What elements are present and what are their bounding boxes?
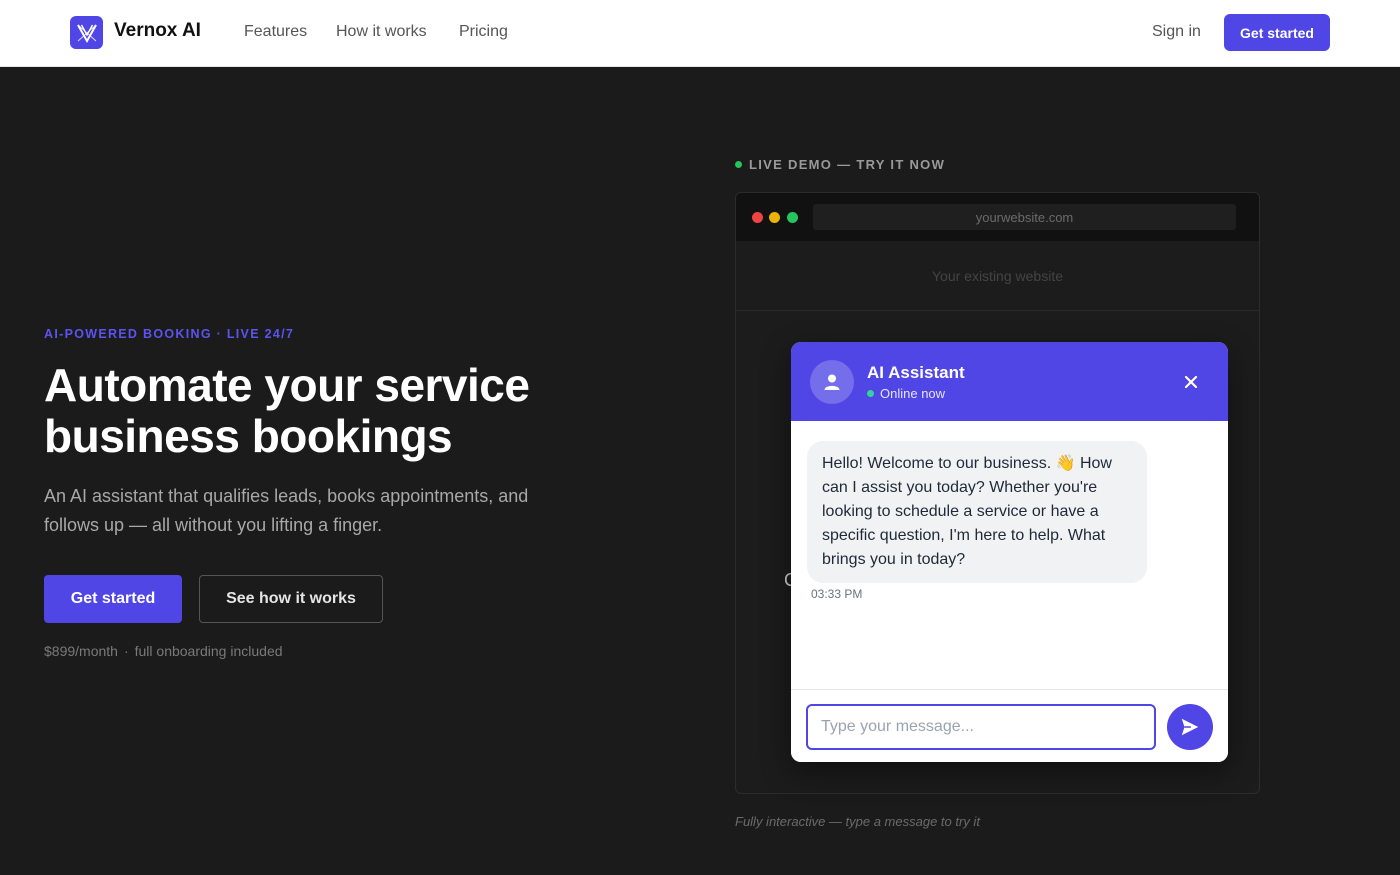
demo-caption: Fully interactive — type a message to tr…	[735, 814, 980, 829]
navbar: Vernox AI Features How it works Pricing …	[0, 0, 1400, 67]
chat-status-text: Online now	[880, 386, 946, 401]
close-icon	[1184, 375, 1198, 389]
send-message-button[interactable]	[1167, 704, 1213, 750]
chat-input-bar	[791, 689, 1228, 762]
nav-link-features[interactable]: Features	[244, 23, 307, 41]
hero-subtitle: An AI assistant that qualifies leads, bo…	[44, 486, 529, 535]
nav-link-how-it-works[interactable]: How it works	[336, 23, 427, 41]
existing-website-placeholder: Your existing website	[736, 241, 1259, 311]
nav-link-pricing[interactable]: Pricing	[459, 23, 508, 41]
chat-widget: AI Assistant Online now Hello! Welcome t…	[791, 342, 1228, 762]
minimize-traffic-light-icon	[769, 212, 780, 223]
hero-eyebrow: AI-POWERED BOOKING · LIVE 24/7	[44, 327, 295, 341]
price-amount: $899/month	[44, 643, 118, 659]
chat-status: Online now	[867, 386, 945, 401]
live-indicator-dot	[735, 161, 742, 168]
see-how-it-works-button[interactable]: See how it works	[199, 575, 383, 623]
price-separator: ·	[123, 643, 129, 659]
close-chat-button[interactable]	[1179, 370, 1203, 394]
message-timestamp: 03:33 PM	[811, 587, 863, 601]
maximize-traffic-light-icon	[787, 212, 798, 223]
assistant-avatar-icon	[810, 360, 854, 404]
url-bar: yourwebsite.com	[813, 204, 1236, 230]
live-demo-text: LIVE DEMO — TRY IT NOW	[749, 157, 946, 172]
browser-toolbar: yourwebsite.com	[736, 193, 1259, 241]
chat-header: AI Assistant Online now	[791, 342, 1228, 421]
chat-message-input[interactable]	[806, 704, 1156, 750]
price-detail: full onboarding included	[134, 643, 283, 659]
brand-name[interactable]: Vernox AI	[114, 20, 201, 42]
vernox-logo-icon[interactable]	[70, 16, 103, 49]
get-started-button[interactable]: Get started	[44, 575, 182, 623]
chat-title: AI Assistant	[867, 363, 965, 382]
nav-get-started-button[interactable]: Get started	[1224, 14, 1330, 51]
pricing-note: $899/month · full onboarding included	[44, 643, 283, 659]
close-traffic-light-icon	[752, 212, 763, 223]
live-demo-label: LIVE DEMO — TRY IT NOW	[735, 157, 945, 172]
assistant-message-bubble: Hello! Welcome to our business. 👋 How ca…	[807, 441, 1147, 583]
sign-in-link[interactable]: Sign in	[1152, 23, 1201, 41]
online-status-dot	[867, 390, 874, 397]
hero-headline: Automate your service business bookings	[44, 359, 530, 462]
send-icon	[1181, 718, 1199, 736]
